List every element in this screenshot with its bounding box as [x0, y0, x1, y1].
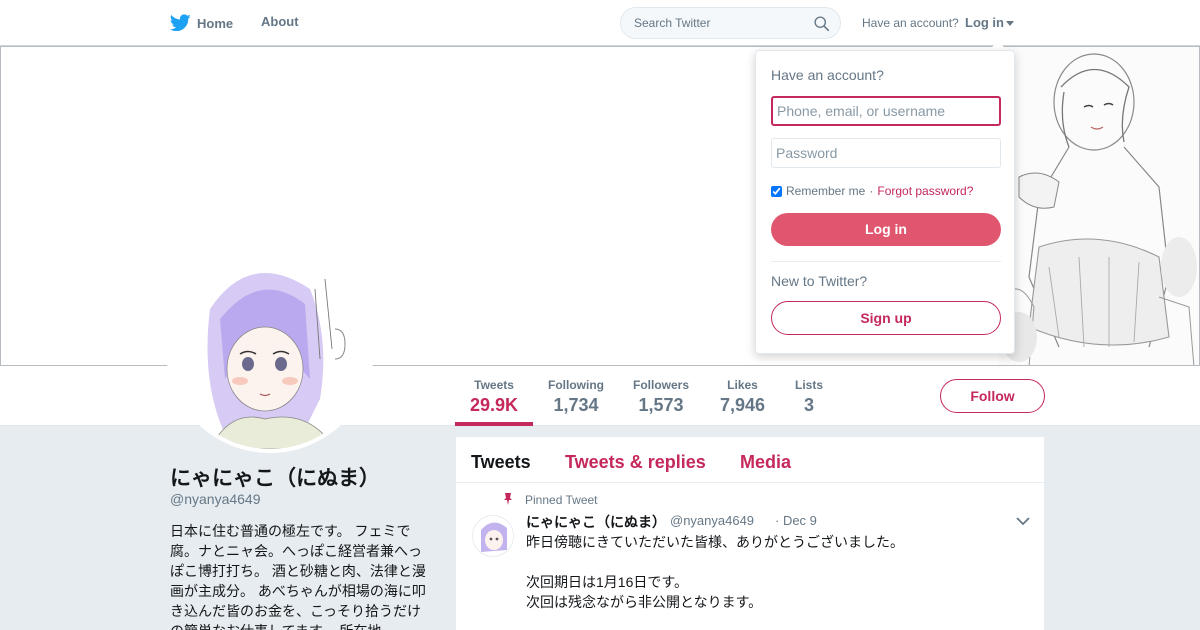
- have-account-text: Have an account?: [862, 16, 959, 30]
- profile-bio: 日本に住む普通の極左です。 フェミで腐。ナとニャ会。へっぽこ経営者兼へっぽこ博打…: [170, 523, 426, 630]
- new-to-twitter-label: New to Twitter?: [771, 273, 868, 289]
- stat-tweets-value: 29.9K: [470, 395, 519, 415]
- password-field[interactable]: [771, 138, 1001, 168]
- search-placeholder: Search Twitter: [634, 16, 711, 30]
- username-field[interactable]: [771, 96, 1001, 126]
- tweet-author-name[interactable]: にゃにゃこ（にぬま）: [526, 512, 666, 532]
- caret-down-icon: [1006, 20, 1014, 26]
- forgot-password-link[interactable]: Forgot password?: [877, 184, 973, 198]
- nav-about-label: About: [261, 14, 299, 29]
- nav-home-link[interactable]: Home: [170, 14, 233, 32]
- follow-button[interactable]: Follow: [940, 379, 1045, 413]
- timeline-tabs: Tweets Tweets & replies Media: [456, 437, 1044, 483]
- login-dropdown: Have an account? Remember me · Forgot pa…: [755, 50, 1015, 354]
- dropdown-divider: [771, 261, 1001, 262]
- stat-following-label: Following: [548, 378, 604, 392]
- avatar-illustration: [170, 249, 370, 449]
- tweet-avatar[interactable]: [472, 515, 514, 557]
- stat-lists-value: 3: [804, 395, 815, 415]
- separator-dot: ·: [869, 184, 874, 198]
- timeline: Tweets Tweets & replies Media Pinned Twe…: [456, 437, 1044, 630]
- search-icon[interactable]: [813, 15, 830, 32]
- remember-row: Remember me · Forgot password?: [771, 184, 973, 198]
- pinned-tweet-label: Pinned Tweet: [525, 493, 598, 507]
- tweet-author-handle[interactable]: @nyanya4649: [670, 513, 754, 528]
- login-menu-label: Log in: [965, 15, 1004, 30]
- nav-about-link[interactable]: About: [261, 14, 299, 29]
- remember-me-checkbox[interactable]: [771, 185, 782, 197]
- twitter-bird-icon: [170, 14, 191, 32]
- stat-followers-value: 1,573: [638, 395, 684, 415]
- stat-followers[interactable]: Followers 1,573: [633, 378, 689, 416]
- stat-likes-value: 7,946: [720, 395, 766, 415]
- stat-lists-label: Lists: [795, 378, 824, 392]
- stat-tweets-label: Tweets: [474, 378, 514, 392]
- pinned-tweet[interactable]: Pinned Tweet にゃにゃこ（にぬま） @nyanya4649 · De…: [456, 483, 1044, 630]
- active-stat-underline: [455, 422, 533, 426]
- profile-avatar[interactable]: [166, 245, 374, 453]
- search-input[interactable]: Search Twitter: [620, 7, 841, 39]
- tweet-date[interactable]: · Dec 9: [775, 513, 817, 528]
- tab-tweets[interactable]: Tweets: [471, 452, 531, 473]
- login-button[interactable]: Log in: [771, 213, 1001, 246]
- stat-followers-label: Followers: [633, 378, 690, 392]
- profile-handle[interactable]: @nyanya4649: [170, 491, 261, 507]
- stat-likes[interactable]: Likes 7,946: [720, 378, 765, 416]
- stat-lists[interactable]: Lists 3: [795, 378, 823, 416]
- stat-likes-label: Likes: [727, 378, 758, 392]
- tweet-avatar-illustration: [473, 516, 513, 556]
- tweet-text: 昨日傍聴にきていただいた皆様、ありがとうございました。 次回期日は1月16日です…: [526, 534, 904, 610]
- profile-name[interactable]: にゃにゃこ（にぬま）: [170, 462, 380, 492]
- dropdown-arrow: [989, 41, 1007, 50]
- stat-following-value: 1,734: [553, 395, 599, 415]
- stat-tweets[interactable]: Tweets 29.9K: [470, 378, 518, 416]
- tab-tweets-and-replies[interactable]: Tweets & replies: [565, 452, 706, 473]
- login-menu-toggle[interactable]: Log in: [965, 15, 1014, 30]
- login-dropdown-title: Have an account?: [771, 67, 884, 83]
- signup-button[interactable]: Sign up: [771, 301, 1001, 335]
- pin-icon: [504, 493, 512, 505]
- banner-illustration: [999, 47, 1199, 365]
- chevron-down-icon[interactable]: [1016, 516, 1030, 526]
- tab-media[interactable]: Media: [740, 452, 791, 473]
- nav-home-label: Home: [197, 15, 234, 31]
- remember-me-label[interactable]: Remember me: [786, 184, 865, 198]
- stat-following[interactable]: Following 1,734: [548, 378, 604, 416]
- top-nav: Home About Search Twitter Have an accoun…: [0, 0, 1200, 46]
